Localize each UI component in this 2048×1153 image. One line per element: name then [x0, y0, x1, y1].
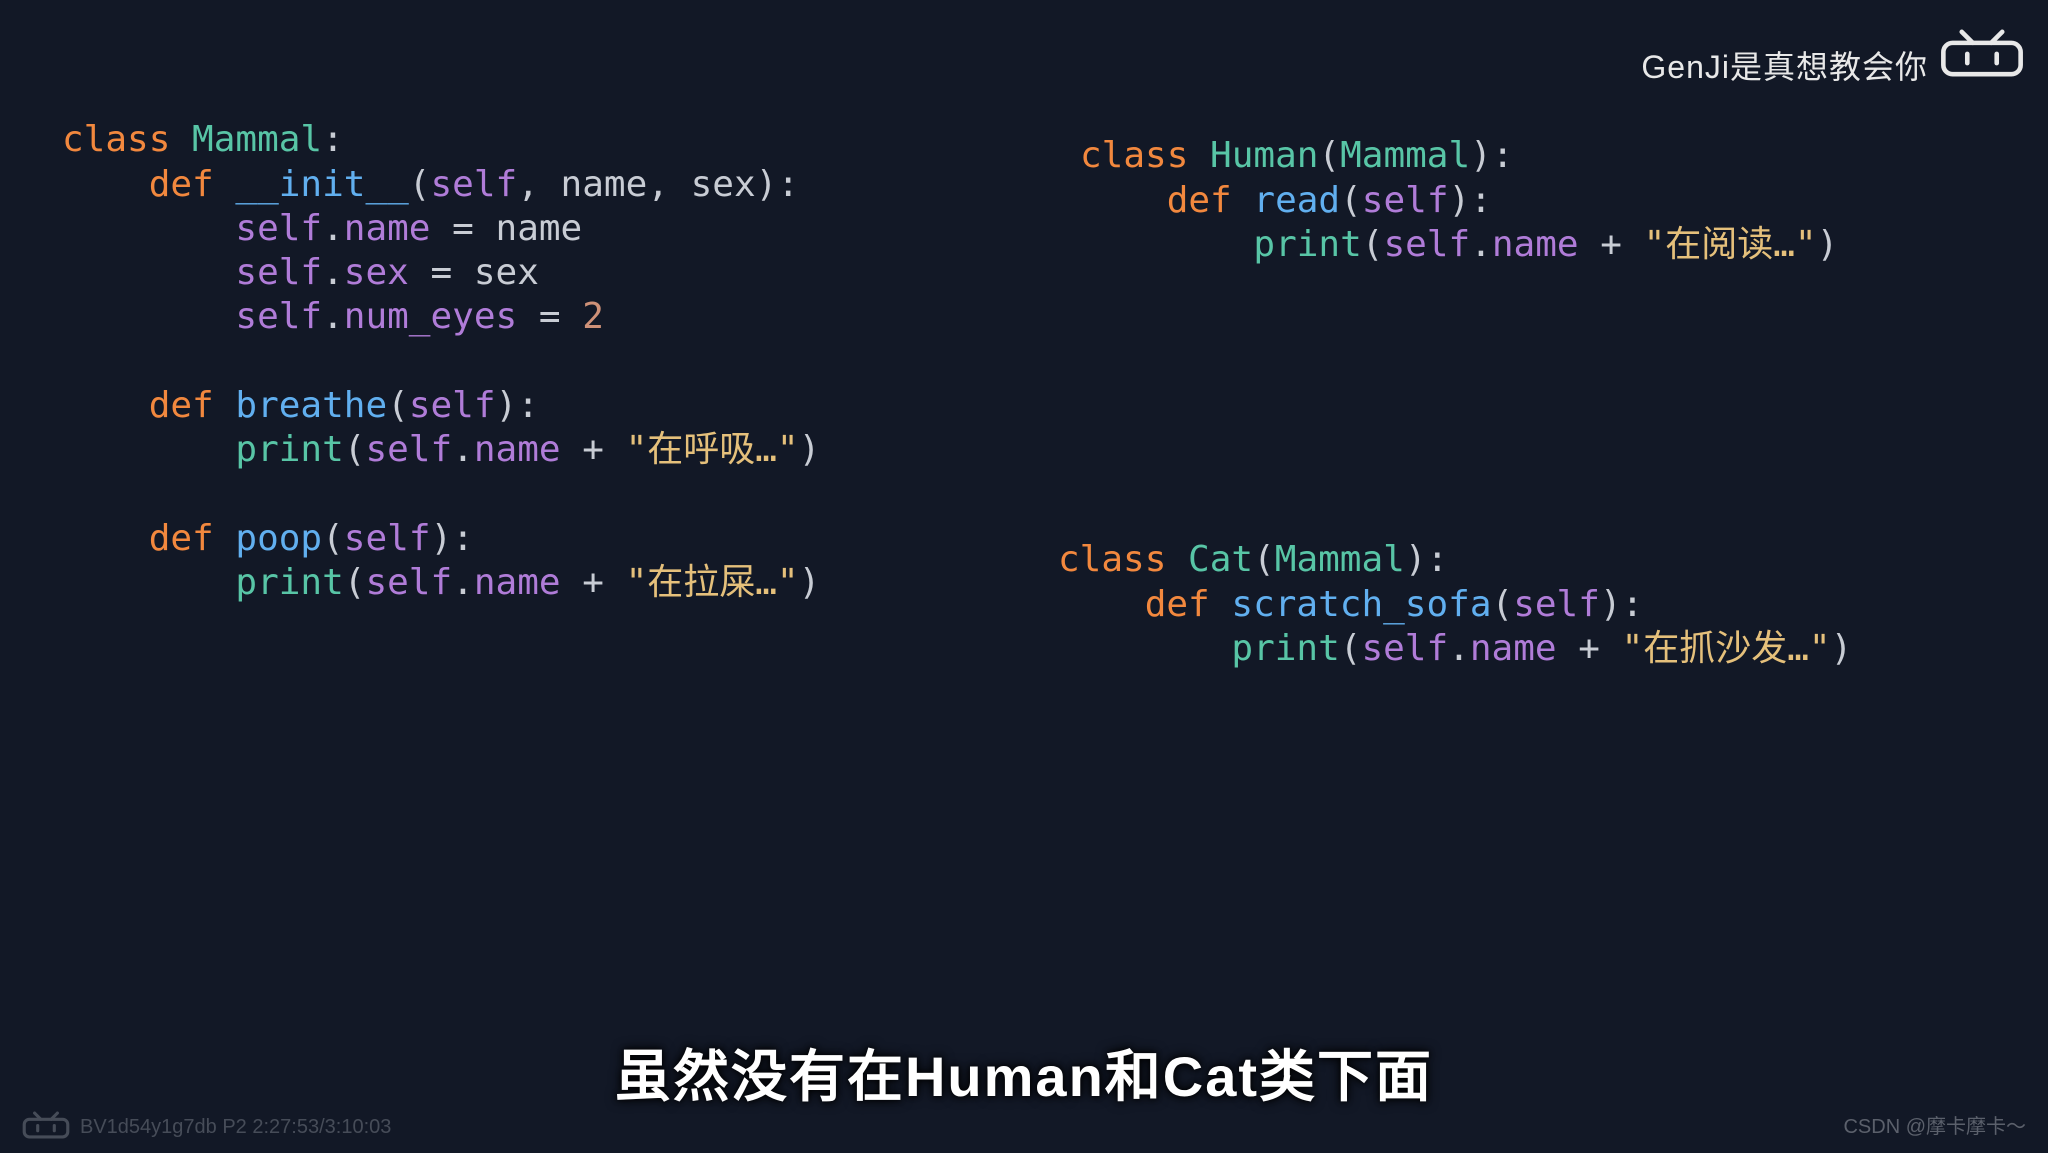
code-block-mammal: class Mammal: def __init__(self, name, s…: [62, 74, 820, 605]
csdn-credit: CSDN @摩卡摩卡～: [1843, 1110, 2026, 1139]
bilibili-watermark-icon: [20, 1111, 72, 1143]
video-subtitle: 虽然没有在Human和Cat类下面: [0, 1032, 2048, 1113]
code-block-human: class Human(Mammal): def read(self): pri…: [1080, 90, 1838, 267]
video-metadata: BV1d54y1g7db P2 2:27:53/3:10:03: [80, 1116, 391, 1139]
bilibili-logo-icon: [1936, 28, 2028, 82]
code-block-cat: class Cat(Mammal): def scratch_sofa(self…: [1058, 494, 1852, 671]
author-credit: GenJi是真想教会你: [1641, 42, 1928, 88]
